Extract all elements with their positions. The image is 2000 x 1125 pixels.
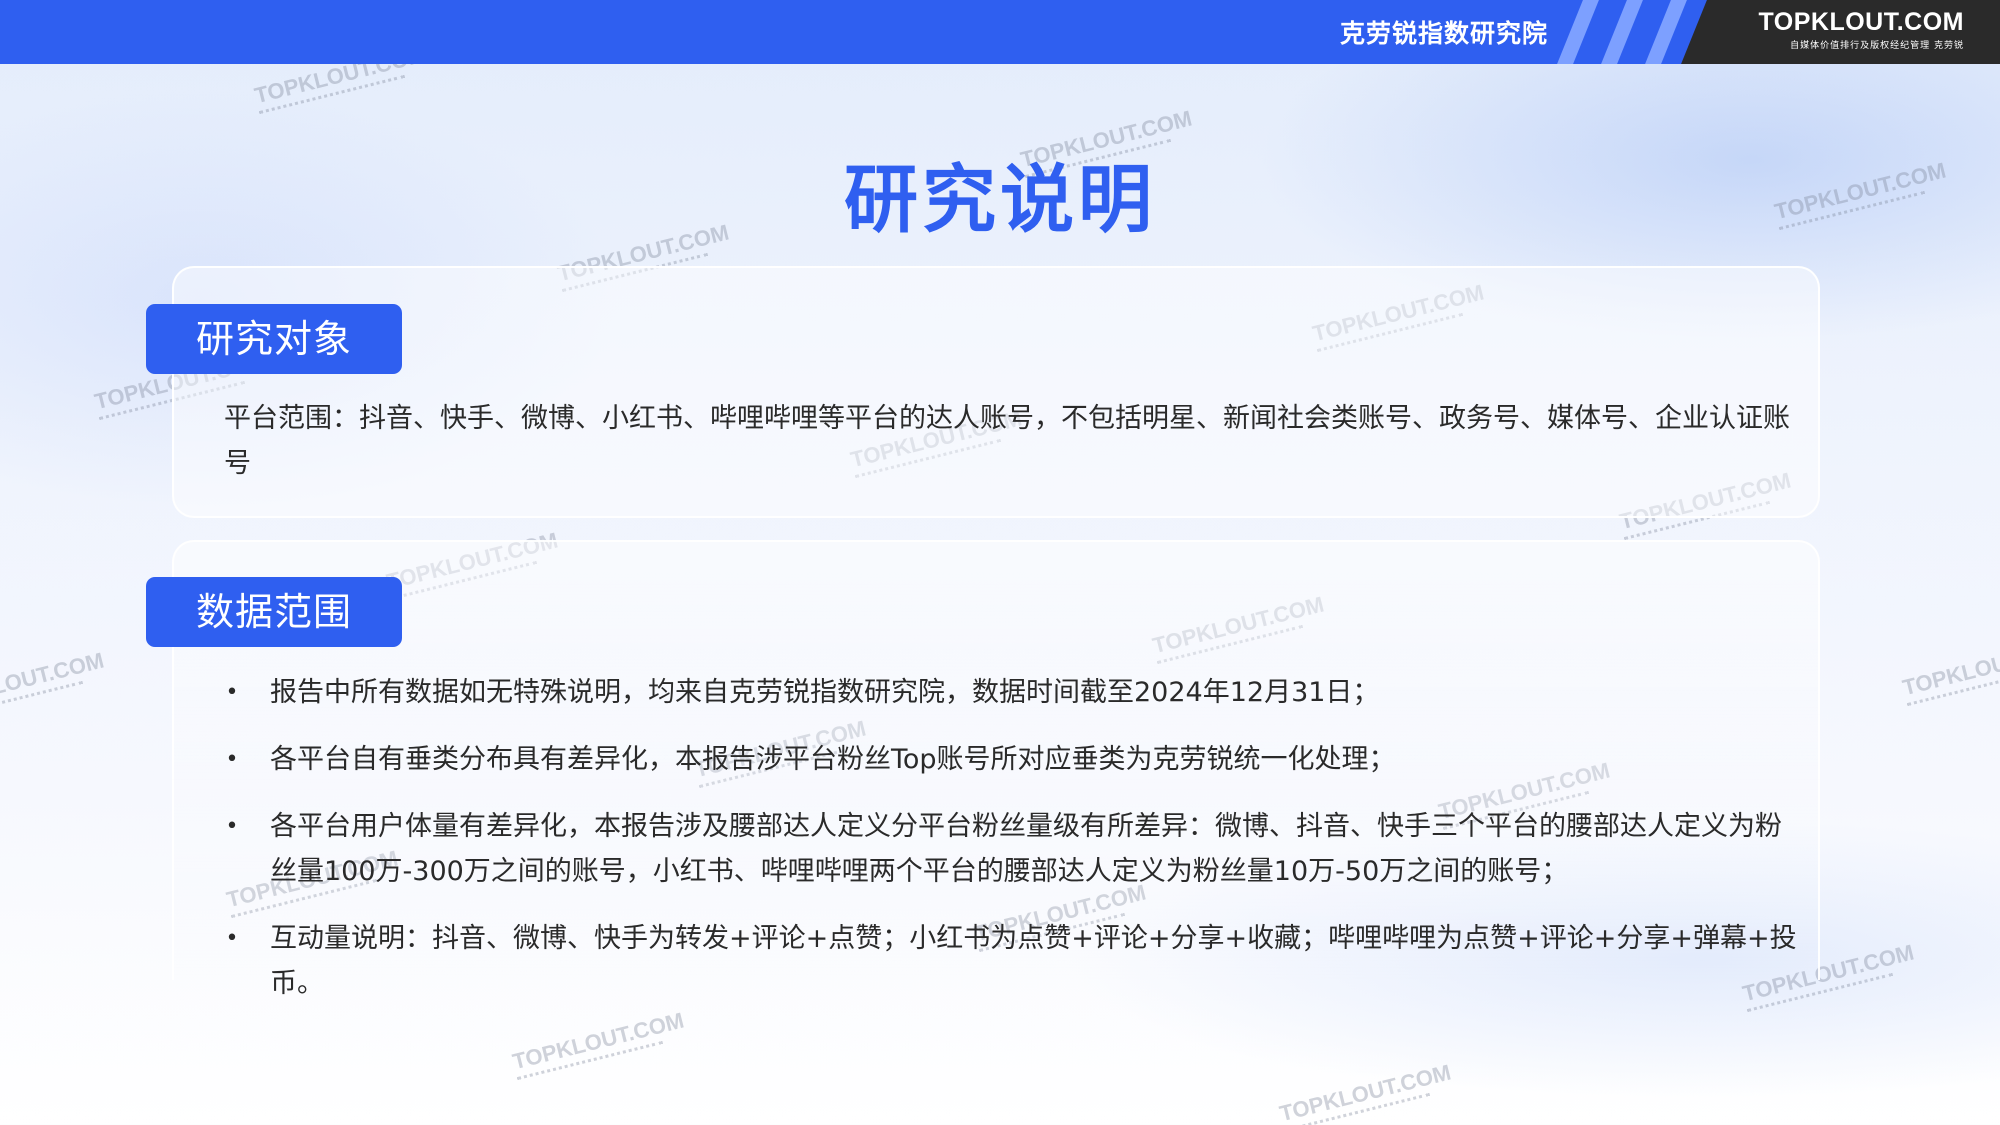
list-item: • 各平台自有垂类分布具有差异化，本报告涉平台粉丝Top账号所对应垂类为克劳锐统… (222, 737, 1802, 782)
research-object-label: 研究对象 (146, 304, 402, 374)
list-item: • 报告中所有数据如无特殊说明，均来自克劳锐指数研究院，数据时间截至2024年1… (222, 670, 1802, 715)
data-scope-label: 数据范围 (146, 577, 402, 647)
list-item-text: 各平台用户体量有差异化，本报告涉及腰部达人定义分平台粉丝量级有所差异：微博、抖音… (270, 811, 1782, 887)
watermark-logo: TOPKLOUT.COM (1900, 634, 2000, 710)
bullet: • (225, 680, 239, 705)
brand-tagline: 自媒体价值排行及版权经纪管理 克劳锐 (1790, 41, 1964, 51)
header-stripe (1557, 0, 1599, 64)
bullet: • (225, 926, 239, 951)
list-item: • 互动量说明：抖音、微博、快手为转发+评论+点赞；小红书为点赞+评论+分享+收… (222, 916, 1802, 1006)
list-item-text: 报告中所有数据如无特殊说明，均来自克劳锐指数研究院，数据时间截至2024年12月… (270, 677, 1380, 708)
header-stripe (1601, 0, 1643, 64)
list-item-text: 各平台自有垂类分布具有差异化，本报告涉平台粉丝Top账号所对应垂类为克劳锐统一化… (270, 744, 1396, 775)
institute-title: 克劳锐指数研究院 (1339, 19, 1548, 48)
list-item: • 各平台用户体量有差异化，本报告涉及腰部达人定义分平台粉丝量级有所差异：微博、… (222, 804, 1802, 894)
watermark-logo: TOPKLOUT.COM (1277, 1060, 1456, 1125)
brand-logo: TOPKLOUT.COM 自媒体价值排行及版权经纪管理 克劳锐 (1710, 0, 2000, 64)
page-title: 研究说明 (844, 157, 1156, 243)
bullet: • (225, 814, 239, 839)
header-bar: 克劳锐指数研究院 TOPKLOUT.COM 自媒体价值排行及版权经纪管理 克劳锐 (0, 0, 2000, 64)
list-item-text: 互动量说明：抖音、微博、快手为转发+评论+点赞；小红书为点赞+评论+分享+收藏；… (270, 923, 1797, 999)
research-object-text: 平台范围：抖音、快手、微博、小红书、哔哩哔哩等平台的达人账号，不包括明星、新闻社… (224, 403, 1790, 479)
bullet: • (225, 747, 239, 772)
header-stripe (1645, 0, 1687, 64)
brand-name: TOPKLOUT.COM (1758, 8, 1964, 36)
watermark-logo: TOPKLOUT.COM (0, 648, 109, 724)
data-scope-list: • 报告中所有数据如无特殊说明，均来自克劳锐指数研究院，数据时间截至2024年1… (222, 670, 1802, 1028)
